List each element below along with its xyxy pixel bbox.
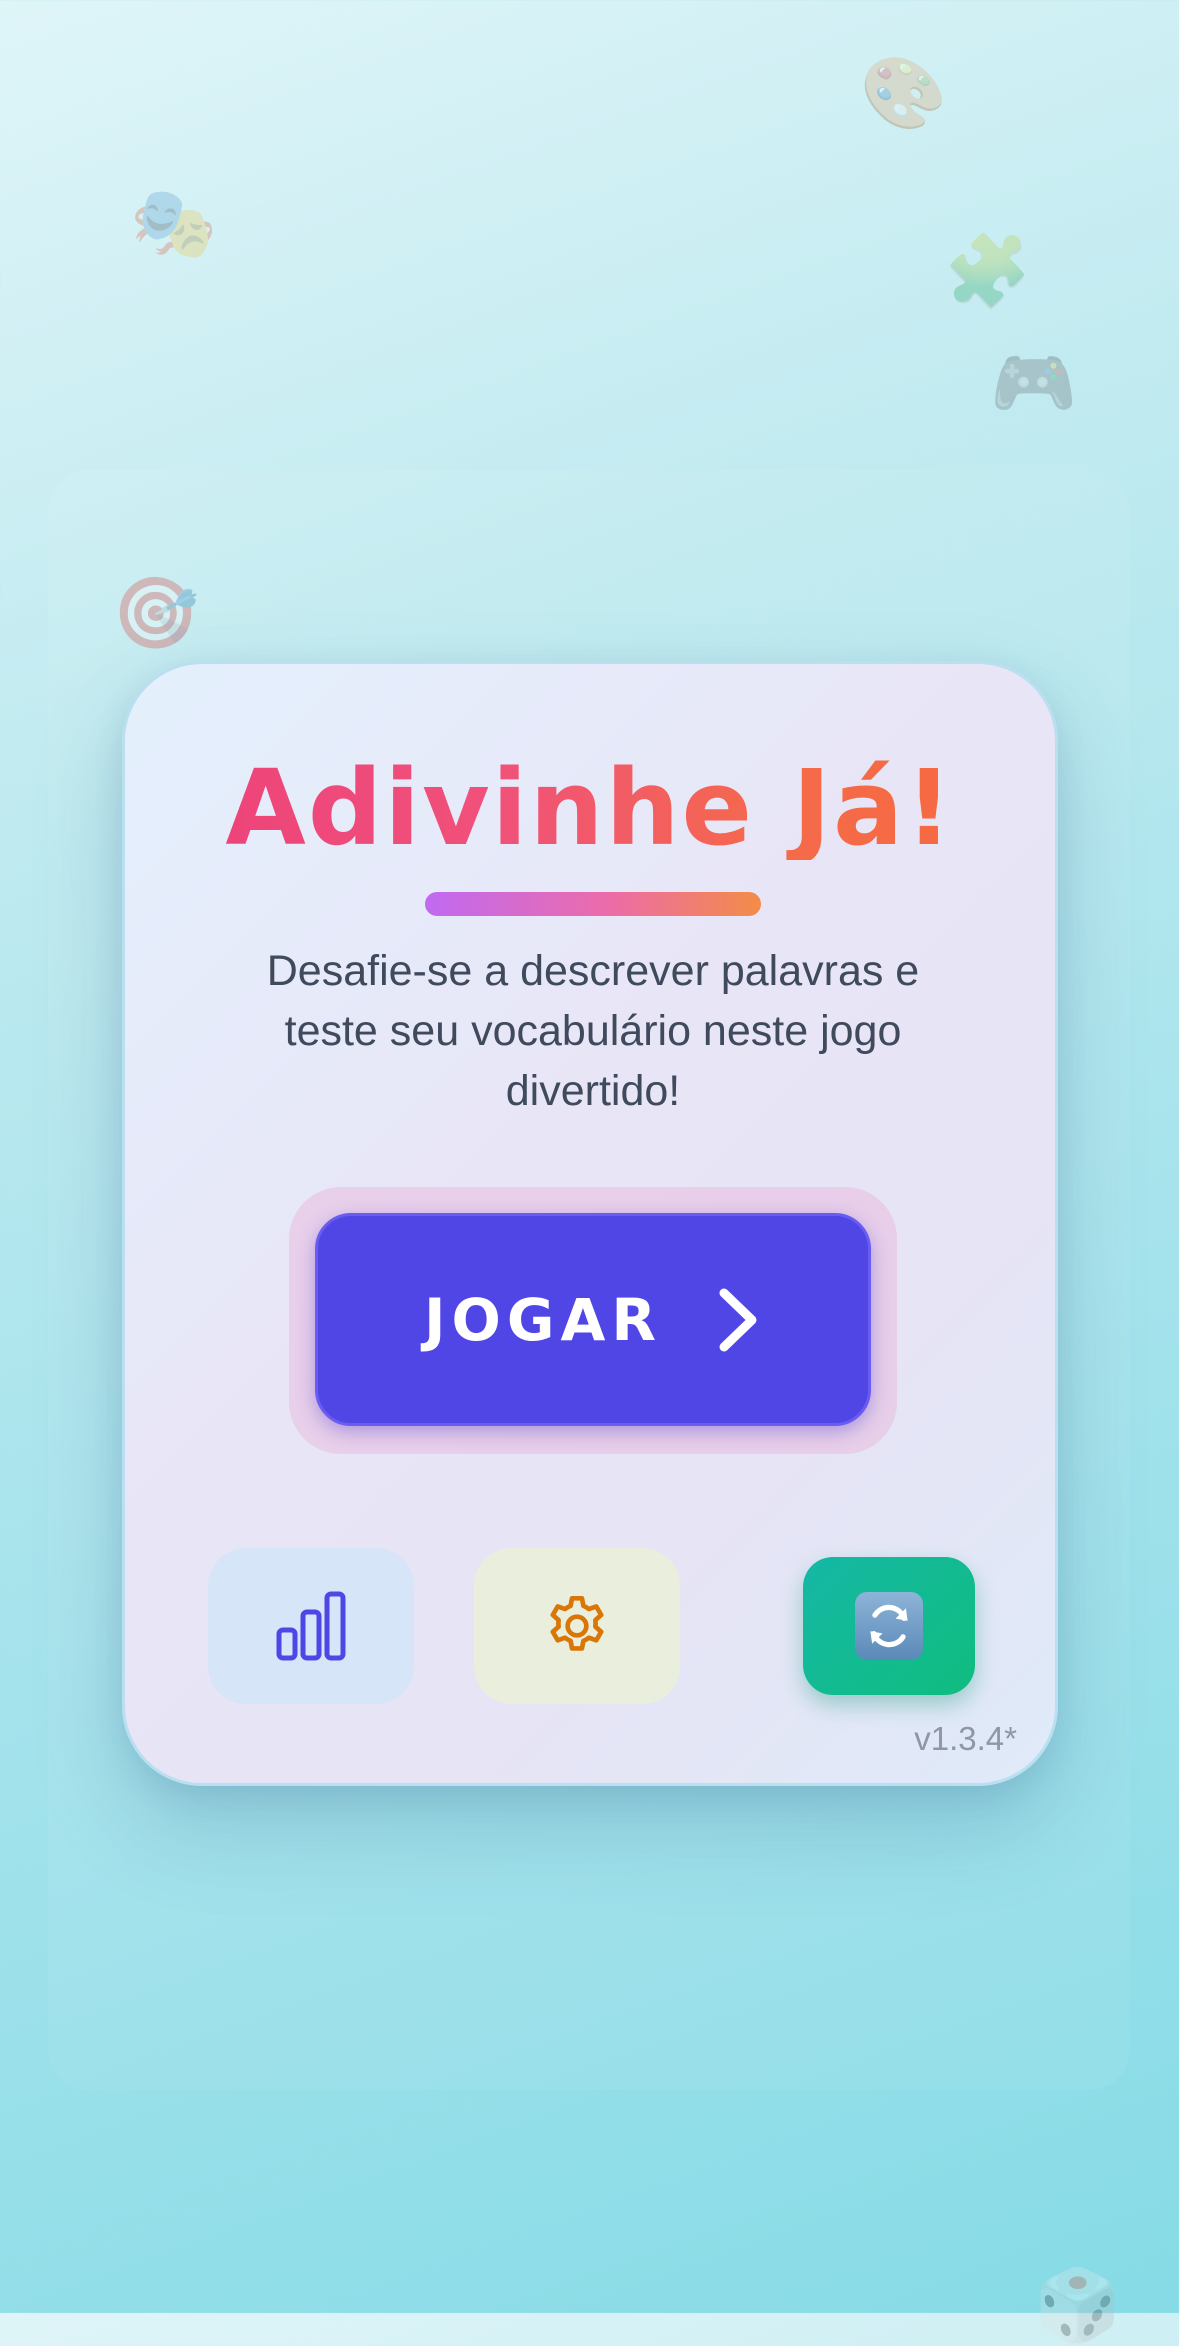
play-button[interactable]: JOGAR [315,1213,871,1426]
theater-masks-icon: 🎭 [130,182,218,264]
game-controller-icon: 🎮 [990,342,1078,424]
dice-icon: 🎲 [1034,2264,1122,2346]
game-title: Adivinhe Já! [125,756,1055,860]
play-button-label: JOGAR [423,1285,663,1354]
title-underline [425,892,761,916]
main-card: Adivinhe Já! Desafie-se a descrever pala… [122,661,1058,1786]
refresh-button[interactable] [803,1557,975,1695]
stats-button[interactable] [208,1548,414,1704]
chevron-right-icon [719,1288,757,1351]
gear-icon [550,1595,604,1651]
bar-chart-icon [276,1591,346,1661]
puzzle-piece-icon: 🧩 [944,230,1032,312]
settings-button[interactable] [474,1548,680,1704]
game-subtitle: Desafie-se a descrever palavras e teste … [266,947,920,1115]
palette-icon: 🎨 [860,52,948,134]
version-label: v1.3.4* [914,1720,1017,1757]
dart-target-icon: 🎯 [112,572,200,654]
refresh-icon [855,1592,923,1660]
